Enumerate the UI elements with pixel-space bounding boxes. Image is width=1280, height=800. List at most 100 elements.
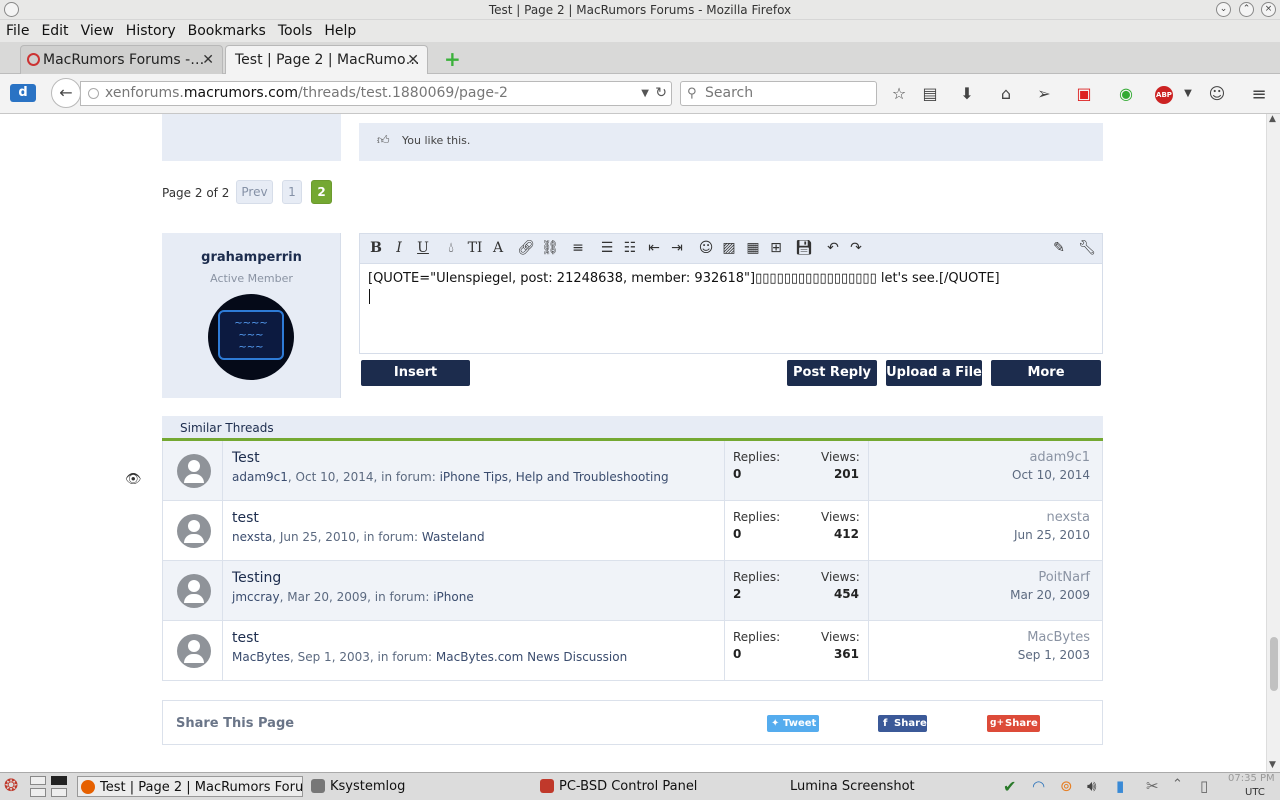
menu-history[interactable]: History xyxy=(120,20,182,42)
media-icon[interactable]: ▦ xyxy=(743,240,763,256)
reload-icon[interactable]: ↻ xyxy=(655,82,667,105)
pagination-prev[interactable]: Prev xyxy=(236,180,273,204)
outdent-icon[interactable]: ⇤ xyxy=(644,240,664,256)
page-scrollbar[interactable]: ▲ ▼ xyxy=(1266,114,1280,772)
updates-icon[interactable]: ✔ xyxy=(1003,777,1016,796)
minimize-icon[interactable]: ⌄ xyxy=(1216,2,1231,17)
unlink-icon[interactable]: ⛓ xyxy=(540,240,560,256)
default-avatar-icon[interactable] xyxy=(177,514,211,548)
adblock-dropdown-icon[interactable]: ▼ xyxy=(1177,88,1199,99)
task-control-panel[interactable]: PC-BSD Control Panel xyxy=(537,776,697,797)
image-icon[interactable]: ▨ xyxy=(719,240,739,256)
remove-formatting-icon[interactable]: ✎ xyxy=(1049,240,1069,256)
thread-title[interactable]: Testing xyxy=(232,570,281,586)
user-name[interactable]: grahamperrin xyxy=(162,250,341,265)
link-icon[interactable]: 🔗︎ xyxy=(516,240,536,256)
last-post-date[interactable]: Mar 20, 2009 xyxy=(1010,588,1090,602)
url-dropdown-icon[interactable]: ▼ xyxy=(641,82,649,105)
more-options-button[interactable]: More Options... xyxy=(991,360,1101,406)
last-post-user[interactable]: MacBytes xyxy=(1027,630,1090,645)
task-firefox[interactable]: Test | Page 2 | MacRumors Forum xyxy=(77,776,303,797)
reading-list-icon[interactable]: ▤ xyxy=(919,84,941,103)
hamburger-menu-icon[interactable]: ≡ xyxy=(1248,84,1270,105)
workspace-3-icon[interactable] xyxy=(30,788,46,797)
maximize-icon[interactable]: ⌃ xyxy=(1239,2,1254,17)
close-window-icon[interactable]: × xyxy=(1261,2,1276,17)
last-post-user[interactable]: adam9c1 xyxy=(1029,450,1090,465)
facebook-share-button[interactable]: f Share xyxy=(878,715,927,732)
default-avatar-icon[interactable] xyxy=(177,454,211,488)
save-draft-icon[interactable]: 💾︎ xyxy=(794,240,814,256)
gplus-share-button[interactable]: g+ Share xyxy=(987,715,1040,732)
thread-author[interactable]: adam9c1 xyxy=(232,470,288,484)
bold-icon[interactable]: B xyxy=(366,240,386,256)
default-avatar-icon[interactable] xyxy=(177,634,211,668)
menu-tools[interactable]: Tools xyxy=(272,20,319,42)
scroll-thumb[interactable] xyxy=(1270,637,1278,691)
thread-author[interactable]: nexsta xyxy=(232,530,272,544)
thread-author[interactable]: jmccray xyxy=(232,590,280,604)
addon-globe-icon[interactable]: ◉ xyxy=(1115,84,1137,103)
clipboard-icon[interactable]: ✂ xyxy=(1146,777,1159,795)
workspace-2-icon[interactable] xyxy=(51,776,67,785)
tray-expand-icon[interactable]: ⌃ xyxy=(1172,777,1183,792)
new-tab-icon[interactable]: + xyxy=(444,47,461,71)
thread-title[interactable]: Test xyxy=(232,450,260,466)
clock-time[interactable]: 07:35 PM xyxy=(1228,773,1275,784)
thread-forum[interactable]: iPhone xyxy=(433,590,474,604)
network-icon[interactable]: ◠ xyxy=(1032,777,1045,795)
thread-forum[interactable]: Wasteland xyxy=(422,530,485,544)
underline-icon[interactable]: U xyxy=(413,240,433,256)
pagination-page-2-current[interactable]: 2 xyxy=(311,180,332,204)
insert-quotes-button[interactable]: Insert Quotes... xyxy=(361,360,470,406)
thread-author[interactable]: MacBytes xyxy=(232,650,290,664)
downloads-icon[interactable]: ⬇ xyxy=(956,84,978,103)
scroll-down-icon[interactable]: ▼ xyxy=(1269,760,1276,770)
adblock-icon[interactable]: ABP xyxy=(1155,86,1173,104)
thread-forum[interactable]: iPhone Tips, Help and Troubleshooting xyxy=(440,470,669,484)
addon-d-icon[interactable]: d xyxy=(10,84,36,102)
redo-icon[interactable]: ↷ xyxy=(846,240,866,256)
workspace-4-icon[interactable] xyxy=(51,788,67,797)
menu-bookmarks[interactable]: Bookmarks xyxy=(182,20,272,42)
lifepreserver-icon[interactable]: ⊚ xyxy=(1060,777,1073,795)
menu-edit[interactable]: Edit xyxy=(35,20,74,42)
window-menu-icon[interactable] xyxy=(4,2,19,17)
menu-help[interactable]: Help xyxy=(318,20,362,42)
menu-file[interactable]: File xyxy=(0,20,35,42)
battery-icon[interactable]: ▯ xyxy=(1200,777,1208,795)
addon-puzzle-icon[interactable]: ▣ xyxy=(1073,84,1095,103)
volume-icon[interactable]: 🔊︎ xyxy=(1087,777,1096,795)
close-tab-icon[interactable]: ✕ xyxy=(202,46,214,74)
thread-forum[interactable]: MacBytes.com News Discussion xyxy=(436,650,627,664)
tweet-button[interactable]: ✦ Tweet xyxy=(767,715,819,732)
last-post-date[interactable]: Jun 25, 2010 xyxy=(1014,528,1090,542)
menu-view[interactable]: View xyxy=(75,20,120,42)
upload-file-button[interactable]: Upload a File xyxy=(886,360,982,386)
send-icon[interactable]: ➢ xyxy=(1033,84,1055,103)
default-avatar-icon[interactable] xyxy=(177,574,211,608)
last-post-user[interactable]: nexsta xyxy=(1046,510,1090,525)
task-lumina-screenshot[interactable]: Lumina Screenshot xyxy=(768,776,915,797)
font-size-icon[interactable]: TI xyxy=(465,240,485,256)
align-icon[interactable]: ≡ xyxy=(568,240,588,256)
close-tab-icon[interactable]: ✕ xyxy=(407,46,419,74)
device-icon[interactable]: ▮ xyxy=(1116,777,1124,795)
back-icon[interactable]: ← xyxy=(51,78,81,108)
scroll-up-icon[interactable]: ▲ xyxy=(1269,114,1276,124)
italic-icon[interactable]: I xyxy=(389,240,409,256)
search-bar[interactable]: ⚲ Search xyxy=(680,81,877,106)
last-post-date[interactable]: Sep 1, 2003 xyxy=(1018,648,1090,662)
indent-icon[interactable]: ⇥ xyxy=(667,240,687,256)
wrench-icon[interactable]: 🔧︎ xyxy=(1077,240,1097,256)
insert-icon[interactable]: ⊞ xyxy=(766,240,786,256)
smilie-icon[interactable]: ☺ xyxy=(696,240,716,256)
thread-title[interactable]: test xyxy=(232,510,259,526)
bookmark-star-icon[interactable]: ☆ xyxy=(888,84,910,103)
start-menu-icon[interactable]: ❂ xyxy=(4,776,18,796)
last-post-date[interactable]: Oct 10, 2014 xyxy=(1012,468,1090,482)
editor-textarea[interactable]: [QUOTE="Ulenspiegel, post: 21248638, mem… xyxy=(368,271,1093,286)
pagination-page-1[interactable]: 1 xyxy=(282,180,302,204)
numbered-list-icon[interactable]: ☷ xyxy=(620,240,640,256)
site-info-icon[interactable] xyxy=(88,88,99,99)
